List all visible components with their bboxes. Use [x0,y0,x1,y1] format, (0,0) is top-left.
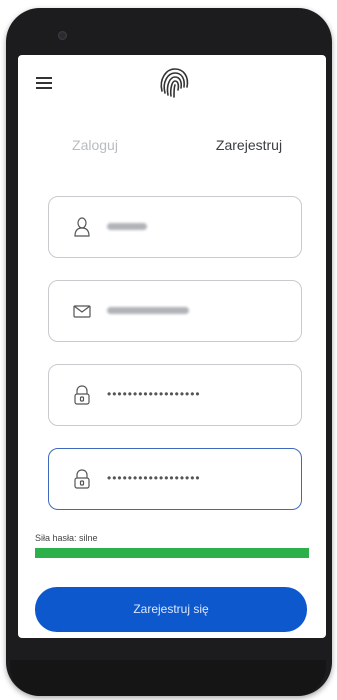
password-field[interactable]: •••••••••••••••••• [48,364,302,426]
top-bar [18,55,326,117]
password-strength-bar [35,548,309,558]
password-strength-fill [35,548,309,558]
password-confirm-field[interactable]: •••••••••••••••••• [48,448,302,510]
register-submit-button[interactable]: Zarejestruj się [35,587,307,632]
padlock-icon [74,385,90,405]
phone-bottom-shadow [10,660,326,696]
front-camera [58,31,67,40]
tab-register[interactable]: Zarejestruj [172,131,326,169]
auth-tabs: Zaloguj Zarejestruj [18,131,326,171]
padlock-icon [74,469,90,489]
username-field[interactable] [48,196,302,258]
email-value-obscured [107,303,189,317]
user-icon [74,217,90,237]
app-screen: Zaloguj Zarejestruj •••••••••••••••••• •… [18,55,326,638]
fingerprint-icon [160,68,189,98]
tab-login[interactable]: Zaloguj [18,131,172,169]
password-confirm-value: •••••••••••••••••• [107,471,201,485]
password-value: •••••••••••••••••• [107,387,201,401]
hamburger-icon[interactable] [36,77,52,91]
email-field[interactable] [48,280,302,342]
password-strength-label: Siła hasła: silne [35,533,98,543]
username-value-obscured [107,219,147,233]
envelope-icon [73,305,91,318]
